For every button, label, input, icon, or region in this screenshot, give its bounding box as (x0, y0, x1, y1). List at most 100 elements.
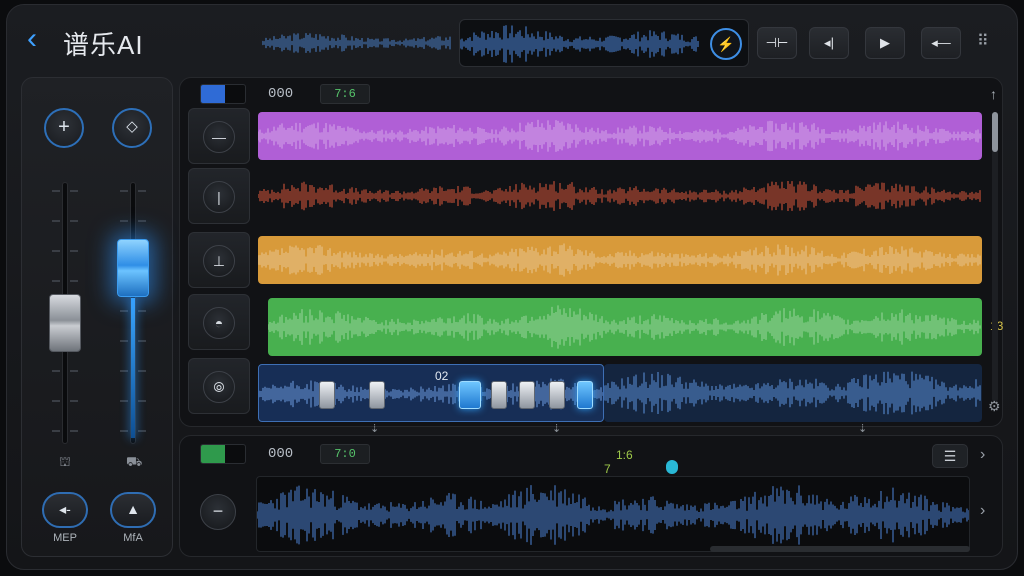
edit-node[interactable] (369, 381, 385, 409)
fader-tick (52, 280, 60, 282)
fader-tick (138, 220, 146, 222)
grid-menu-icon[interactable]: ⠿ (977, 31, 989, 51)
bottom-color-swatch[interactable] (200, 444, 246, 464)
car-icon: ⛟ (126, 454, 143, 469)
mep-button[interactable]: ◂- (42, 492, 88, 528)
mfa-label: MfA (123, 532, 143, 544)
fader-tick (52, 370, 60, 372)
fader-tick (138, 340, 146, 342)
mep-label: MEP (53, 532, 77, 544)
fader-tick (70, 430, 78, 432)
fader-tick (52, 190, 60, 192)
diamond-knob[interactable]: ◇ (112, 108, 152, 148)
header-waveform (262, 33, 451, 53)
fader-tick (120, 430, 128, 432)
pin-icon: ⇣ (858, 423, 868, 435)
fader-tick (138, 370, 146, 372)
track-tempo[interactable]: 7:6 (320, 84, 370, 104)
fader-tick (138, 310, 146, 312)
track-5-lane[interactable] (604, 364, 982, 422)
fader-tick (52, 430, 60, 432)
editor-label: 02 (435, 369, 449, 383)
track-4-knob[interactable]: ◓ (203, 307, 235, 339)
track-2-knob[interactable]: | (203, 181, 235, 213)
track-3-knob[interactable]: ⊥ (203, 245, 235, 277)
flash-button[interactable]: ⚡ (710, 28, 742, 60)
app-title: 谱乐AI (63, 30, 144, 60)
track-1-lane[interactable] (258, 112, 982, 160)
track-counter: 000 (268, 86, 294, 102)
fader-tick (70, 190, 78, 192)
pin-icon: ⇣ (552, 423, 562, 435)
chevron-right-icon[interactable]: › (980, 502, 985, 520)
fader-tick (138, 400, 146, 402)
tracks-panel: 000 7:6 —|⊥◓⦾ 02 ⇣ ⇣ ⇣ 13 ↑ ⚙ (179, 77, 1003, 435)
bottom-panel: 000 7:0 1:6 7 ☰ › › − (179, 435, 1003, 557)
remove-button[interactable]: − (200, 494, 236, 530)
play-button[interactable]: ▶ (865, 27, 905, 59)
step-back-button[interactable]: ⊣⊢ (757, 27, 797, 59)
fader-tick (70, 250, 78, 252)
track-color-swatch[interactable] (200, 84, 246, 104)
track-5-button[interactable]: ⦾ (188, 358, 250, 414)
track-3-button[interactable]: ⊥ (188, 232, 250, 288)
edit-node-selected[interactable] (577, 381, 593, 409)
gear-icon[interactable]: ⚙ (988, 398, 1001, 415)
mfa-button[interactable]: ▲ (110, 492, 156, 528)
clip-editor[interactable]: 02 (258, 364, 604, 422)
track-2-lane[interactable] (258, 172, 982, 220)
lock-icon: ⛫ (59, 454, 71, 469)
fader-right-thumb[interactable] (117, 239, 149, 298)
edit-node-selected[interactable] (459, 381, 481, 409)
edit-node[interactable] (549, 381, 565, 409)
fader-tick (52, 400, 60, 402)
playhead-marker[interactable] (666, 460, 678, 474)
track-1-knob[interactable]: — (203, 121, 235, 153)
header: ‹ 谱乐AI ⚡ ⊣⊢ ◂| ▶ ◂— ⠿ (7, 5, 1017, 73)
fader-tick (52, 220, 60, 222)
fader-tick (70, 370, 78, 372)
fader-tick (70, 280, 78, 282)
track-5-knob[interactable]: ⦾ (203, 371, 235, 403)
track-4-lane[interactable] (268, 298, 982, 356)
fader-tick (120, 310, 128, 312)
scroll-up-icon[interactable]: ↑ (990, 86, 997, 102)
add-knob[interactable]: + (44, 108, 84, 148)
edit-node[interactable] (491, 381, 507, 409)
track-3-lane[interactable] (258, 236, 982, 284)
app-window: ‹ 谱乐AI ⚡ ⊣⊢ ◂| ▶ ◂— ⠿ + ◇ ⛫ ⛟ ◂- ▲ MEP M… (6, 4, 1018, 570)
bottom-counter: 000 (268, 446, 294, 462)
mixer-panel: + ◇ ⛫ ⛟ ◂- ▲ MEP MfA (21, 77, 173, 557)
fader-tick (138, 430, 146, 432)
fader-tick (120, 400, 128, 402)
track-1-button[interactable]: — (188, 108, 250, 164)
header-wave-panel: ⚡ (459, 19, 749, 67)
bottom-waveform[interactable] (256, 476, 970, 552)
pin-icon: ⇣ (370, 423, 380, 435)
chevron-right-icon[interactable]: › (980, 446, 985, 464)
record-back-button[interactable]: ◂— (921, 27, 961, 59)
fader-tick (52, 250, 60, 252)
edit-node[interactable] (519, 381, 535, 409)
bottom-tempo[interactable]: 7:0 (320, 444, 370, 464)
fader-tick (138, 190, 146, 192)
fader-tick (120, 370, 128, 372)
marker-value: 1:6 (616, 448, 633, 462)
fader-tick (120, 190, 128, 192)
track-4-button[interactable]: ◓ (188, 294, 250, 350)
fader-tick (70, 220, 78, 222)
horizontal-scrollbar[interactable] (710, 546, 970, 552)
fader-tick (70, 400, 78, 402)
rewind-button[interactable]: ◂| (809, 27, 849, 59)
vertical-scrollbar[interactable] (992, 112, 998, 402)
scroll-thumb[interactable] (992, 112, 998, 152)
fader-tick (120, 220, 128, 222)
track-2-button[interactable]: | (188, 168, 250, 224)
edit-node[interactable] (319, 381, 335, 409)
back-icon[interactable]: ‹ (27, 24, 49, 54)
menu-icon[interactable]: ☰ (932, 444, 968, 468)
fader-tick (120, 340, 128, 342)
fader-left-thumb[interactable] (49, 294, 81, 353)
fader-right-glow (131, 298, 135, 438)
marker-left[interactable]: 7 (604, 462, 611, 476)
